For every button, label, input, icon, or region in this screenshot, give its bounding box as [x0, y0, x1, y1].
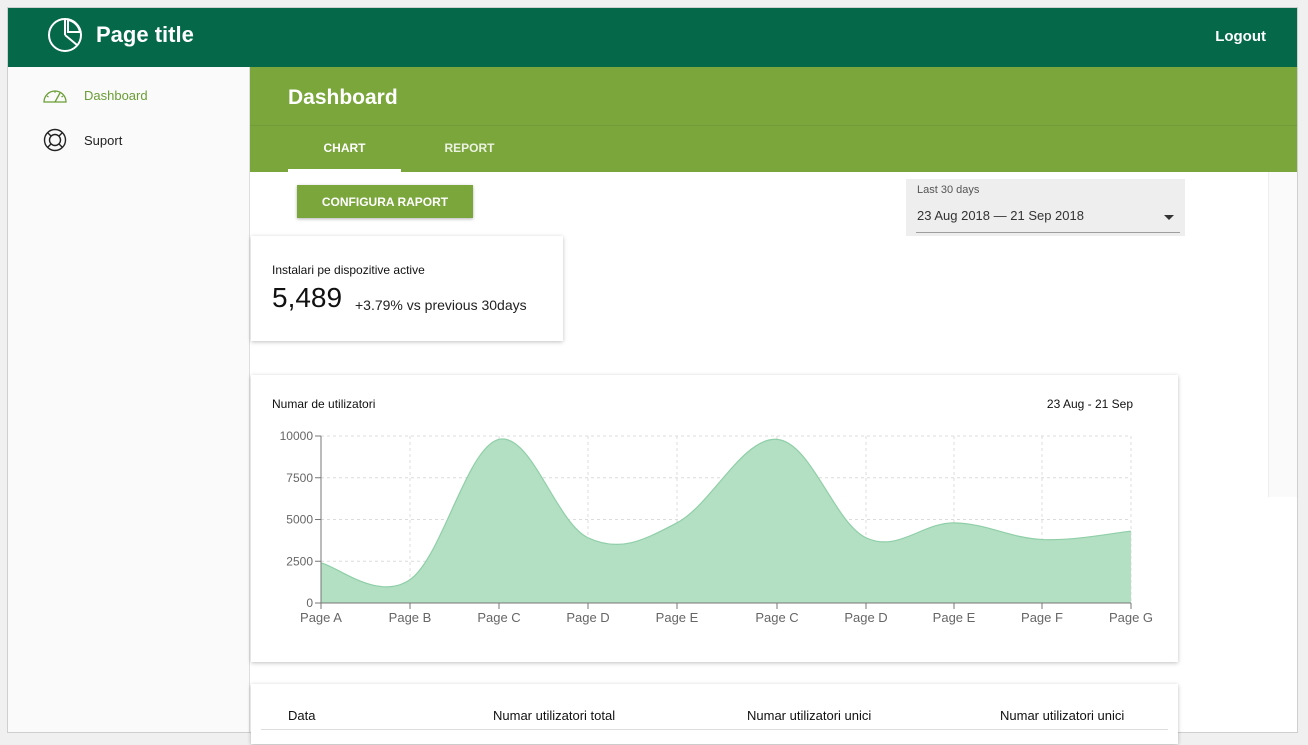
tab-report[interactable]: REPORT: [413, 141, 526, 155]
date-range-label: Last 30 days: [917, 184, 980, 196]
stat-value: 5,489: [272, 282, 343, 313]
x-tick-label: Page D: [566, 610, 609, 625]
x-tick-label: Page F: [1021, 610, 1063, 625]
stat-delta: +3.79% vs previous 30days: [355, 297, 527, 313]
caret-down-icon: [1164, 215, 1174, 220]
date-range-select[interactable]: Last 30 days 23 Aug 2018 — 21 Sep 2018: [906, 179, 1185, 236]
speedometer-icon: [42, 82, 68, 108]
stat-card: Instalari pe dispozitive active 5,489 +3…: [251, 236, 563, 341]
chart-card: Numar de utilizatori 23 Aug - 21 Sep 0 25…: [251, 375, 1178, 662]
tab-chart[interactable]: CHART: [288, 141, 401, 155]
pie-chart-icon: [48, 18, 82, 52]
table-header-cell: Numar utilizatori total: [493, 708, 616, 723]
x-tick-label: Page E: [656, 610, 699, 625]
sidebar: Dashboard Suport: [8, 67, 250, 732]
y-tick-label: 10000: [280, 429, 314, 443]
top-app-bar: Page title Logout: [8, 8, 1297, 67]
logout-button[interactable]: Logout: [1215, 28, 1266, 45]
select-underline: [916, 232, 1180, 233]
lifebuoy-icon: [42, 127, 68, 153]
x-tick-label: Page A: [300, 610, 342, 625]
y-tick-label: 0: [306, 596, 313, 610]
configure-report-button[interactable]: CONFIGURA RAPORT: [297, 185, 473, 218]
sidebar-item-dashboard[interactable]: Dashboard: [42, 82, 148, 108]
sidebar-item-label: Suport: [84, 132, 123, 148]
y-tick-label: 7500: [286, 471, 313, 485]
x-tick-label: Page C: [755, 610, 798, 625]
page-header: Dashboard CHART REPORT: [250, 67, 1297, 172]
y-tick-label: 5000: [286, 513, 313, 527]
table-header-divider: [261, 729, 1168, 730]
page-title: Page title: [96, 22, 194, 47]
table-header-cell: Numar utilizatori unici: [747, 708, 872, 723]
table-header-cell: Data: [288, 708, 316, 723]
data-table: Data Numar utilizatori total Numar utili…: [251, 684, 1178, 744]
area-chart: 0 2500 5000 7500 10000 Page A Page B Page C Page…: [280, 429, 1153, 625]
side-panel-edge: [1268, 172, 1297, 497]
x-tick-label: Page D: [844, 610, 887, 625]
y-tick-label: 2500: [286, 554, 313, 568]
x-tick-label: Page E: [933, 610, 976, 625]
sidebar-item-label: Dashboard: [84, 87, 148, 103]
sidebar-item-suport[interactable]: Suport: [42, 127, 122, 153]
table-header-cell: Numar utilizatori unici: [1000, 708, 1125, 723]
stat-label: Instalari pe dispozitive active: [272, 263, 425, 277]
header-divider: [250, 125, 1297, 126]
x-tick-label: Page G: [1109, 610, 1153, 625]
date-range-value: 23 Aug 2018 — 21 Sep 2018: [917, 208, 1084, 223]
section-title: Dashboard: [288, 86, 398, 109]
x-tick-label: Page B: [389, 610, 432, 625]
area-fill: [321, 438, 1131, 603]
x-tick-label: Page C: [477, 610, 520, 625]
